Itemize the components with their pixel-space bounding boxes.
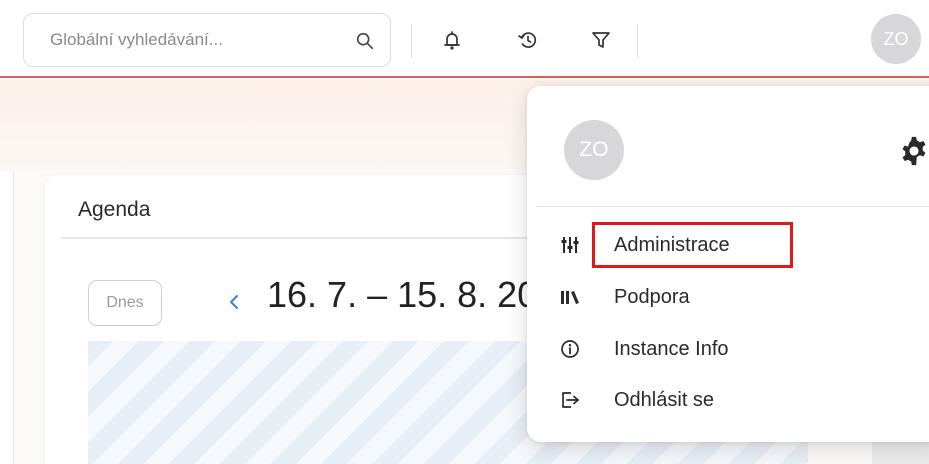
info-icon xyxy=(561,340,579,358)
user-menu-dropdown: ZO Administrace Podpora Instance Info Od… xyxy=(527,86,929,442)
library-icon xyxy=(561,291,579,304)
user-avatar-button[interactable]: ZO xyxy=(871,14,921,64)
history-icon[interactable] xyxy=(516,28,540,52)
menu-item-podpora[interactable]: Podpora xyxy=(527,274,927,320)
top-bar: ZO xyxy=(0,0,929,78)
agenda-title: Agenda xyxy=(78,198,151,221)
menu-divider xyxy=(537,206,929,207)
bell-icon[interactable] xyxy=(440,28,464,52)
menu-item-label: Podpora xyxy=(614,286,690,308)
scrollbar-edge xyxy=(872,440,929,464)
global-search[interactable] xyxy=(23,13,391,67)
chevron-left-icon[interactable] xyxy=(226,292,242,312)
toolbar-divider xyxy=(411,24,412,58)
search-input[interactable] xyxy=(24,14,324,66)
menu-item-label: Odhlásit se xyxy=(614,389,715,411)
side-panel-edge xyxy=(0,172,14,464)
filter-icon[interactable] xyxy=(589,28,613,52)
sliders-icon xyxy=(561,237,579,253)
highlight-annotation xyxy=(592,222,793,268)
avatar: ZO xyxy=(564,120,624,180)
gear-icon[interactable] xyxy=(897,134,929,168)
today-button[interactable]: Dnes xyxy=(88,280,162,326)
menu-item-label: Instance Info xyxy=(614,338,729,360)
toolbar-divider xyxy=(637,24,638,58)
date-range-label: 16. 7. – 15. 8. 202 xyxy=(267,274,558,315)
logout-icon xyxy=(562,392,579,408)
search-icon[interactable] xyxy=(354,30,376,52)
menu-item-logout[interactable]: Odhlásit se xyxy=(527,377,927,423)
menu-item-instance-info[interactable]: Instance Info xyxy=(527,326,927,372)
agenda-divider xyxy=(61,237,561,239)
